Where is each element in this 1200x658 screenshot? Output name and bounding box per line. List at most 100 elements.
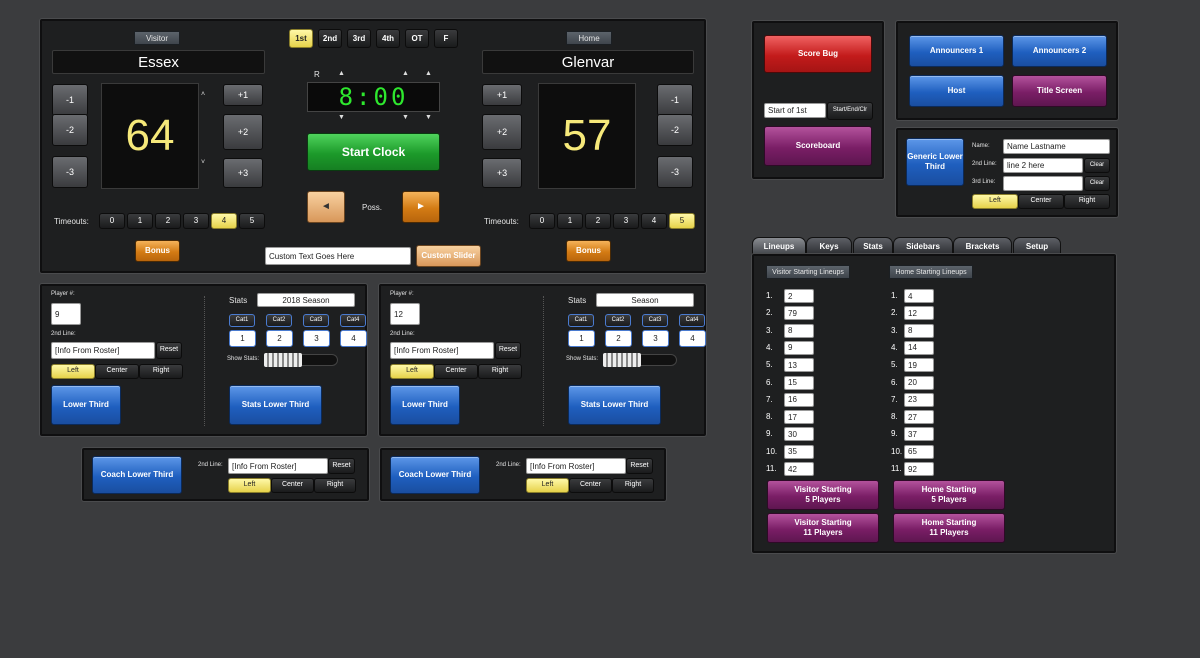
tab-sidebars[interactable]: Sidebars (893, 237, 953, 254)
visitor-timeout-5[interactable]: 5 (239, 213, 265, 229)
visitor-lineup-input[interactable]: 17 (784, 410, 814, 425)
coach-reset-button[interactable]: Reset (328, 458, 355, 474)
home-bonus-button[interactable]: Bonus (566, 240, 611, 262)
period-button-ot[interactable]: OT (405, 29, 429, 48)
coach-align-center-button[interactable]: Center (569, 478, 612, 493)
period-text-input[interactable]: Start of 1st (764, 103, 826, 118)
game-clock[interactable]: 8:00 (307, 82, 440, 112)
align-center-button[interactable]: Center (434, 364, 478, 379)
coach-align-left-button[interactable]: Left (526, 478, 569, 493)
home-lineup-input[interactable]: 4 (904, 289, 934, 303)
home-plus-3-button[interactable]: +3 (482, 158, 522, 188)
period-button-3rd[interactable]: 3rd (347, 29, 371, 48)
coach-align-right-button[interactable]: Right (612, 478, 654, 493)
visitor-lineup-input[interactable]: 8 (784, 323, 814, 338)
visitor-lineup-input[interactable]: 16 (784, 392, 814, 407)
score-bug-button[interactable]: Score Bug (764, 35, 872, 73)
second-line-input[interactable]: [Info From Roster] (390, 342, 494, 359)
visitor-minus-1-button[interactable]: -1 (52, 84, 88, 116)
home-timeout-4[interactable]: 4 (641, 213, 667, 229)
home-lineup-input[interactable]: 65 (904, 444, 934, 459)
home-lineup-input[interactable]: 23 (904, 392, 934, 407)
host-button[interactable]: Host (909, 75, 1004, 107)
visitor-score-up-icon[interactable]: ˄ (201, 91, 205, 98)
home-plus-1-button[interactable]: +1 (482, 84, 522, 106)
stat-category-label[interactable]: Cat4 (679, 314, 705, 327)
reset-button[interactable]: Reset (495, 342, 521, 359)
scoreboard-button[interactable]: Scoreboard (764, 126, 872, 166)
visitor-timeout-2[interactable]: 2 (155, 213, 181, 229)
coach-second-line-input[interactable]: [Info From Roster] (228, 458, 328, 474)
align-left-button[interactable]: Left (390, 364, 434, 379)
home-lineup-input[interactable]: 14 (904, 340, 934, 355)
clock-up-arrow-icon[interactable]: ▲ (338, 70, 345, 77)
stat-category-input[interactable]: 3 (642, 330, 669, 347)
tab-stats[interactable]: Stats (853, 237, 893, 254)
announcers-2-button[interactable]: Announcers 2 (1012, 35, 1107, 67)
stats-lower-third-button[interactable]: Stats Lower Third (229, 385, 322, 425)
coach-align-center-button[interactable]: Center (271, 478, 314, 493)
clock-down-arrow-icon[interactable]: ▼ (338, 114, 345, 121)
stat-category-input[interactable]: 4 (340, 330, 367, 347)
home-starting-11-button[interactable]: Home Starting 11 Players (893, 513, 1005, 543)
coach-second-line-input[interactable]: [Info From Roster] (526, 458, 626, 474)
home-starting-5-button[interactable]: Home Starting 5 Players (893, 480, 1005, 510)
home-timeout-5[interactable]: 5 (669, 213, 695, 229)
visitor-timeout-1[interactable]: 1 (127, 213, 153, 229)
visitor-timeout-0[interactable]: 0 (99, 213, 125, 229)
visitor-starting-11-button[interactable]: Visitor Starting 11 Players (767, 513, 879, 543)
visitor-lineup-input[interactable]: 35 (784, 444, 814, 459)
custom-text-input[interactable]: Custom Text Goes Here (265, 247, 411, 265)
visitor-bonus-button[interactable]: Bonus (135, 240, 180, 262)
visitor-score-down-icon[interactable]: ˅ (201, 159, 205, 166)
period-button-1st[interactable]: 1st (289, 29, 313, 48)
possession-left-button[interactable]: ◄ (307, 191, 345, 223)
generic-align-center-button[interactable]: Center (1018, 194, 1064, 209)
slider-handle[interactable] (264, 353, 302, 367)
home-lineup-input[interactable]: 19 (904, 358, 934, 373)
generic-align-right-button[interactable]: Right (1064, 194, 1110, 209)
visitor-minus-3-button[interactable]: -3 (52, 156, 88, 188)
visitor-lineup-input[interactable]: 15 (784, 375, 814, 390)
stat-category-label[interactable]: Cat4 (340, 314, 366, 327)
lower-third-button[interactable]: Lower Third (51, 385, 121, 425)
visitor-timeout-4[interactable]: 4 (211, 213, 237, 229)
stat-category-label[interactable]: Cat2 (266, 314, 292, 327)
period-button-2nd[interactable]: 2nd (318, 29, 342, 48)
stat-category-input[interactable]: 2 (605, 330, 632, 347)
home-lineup-input[interactable]: 12 (904, 306, 934, 321)
clock-up-arrow-icon[interactable]: ▲ (425, 70, 432, 77)
coach-reset-button[interactable]: Reset (626, 458, 653, 474)
home-timeout-2[interactable]: 2 (585, 213, 611, 229)
line2-input[interactable]: line 2 here (1003, 158, 1083, 173)
home-name[interactable]: Glenvar (482, 50, 694, 74)
home-lineup-input[interactable]: 20 (904, 375, 934, 390)
stats-lower-third-button[interactable]: Stats Lower Third (568, 385, 661, 425)
visitor-minus-2-button[interactable]: -2 (52, 114, 88, 146)
coach-align-right-button[interactable]: Right (314, 478, 356, 493)
stat-category-label[interactable]: Cat3 (303, 314, 329, 327)
visitor-lineup-input[interactable]: 79 (784, 306, 814, 321)
start-clock-button[interactable]: Start Clock (307, 133, 440, 171)
line3-input[interactable] (1003, 176, 1083, 191)
visitor-name[interactable]: Essex (52, 50, 265, 74)
home-score[interactable]: 57 (538, 83, 636, 189)
coach-lower-third-button[interactable]: Coach Lower Third (390, 456, 480, 494)
stat-category-input[interactable]: 2 (266, 330, 293, 347)
stat-category-label[interactable]: Cat3 (642, 314, 668, 327)
visitor-starting-5-button[interactable]: Visitor Starting 5 Players (767, 480, 879, 510)
home-minus-1-button[interactable]: -1 (657, 84, 693, 116)
visitor-lineup-input[interactable]: 30 (784, 427, 814, 442)
coach-align-left-button[interactable]: Left (228, 478, 271, 493)
visitor-plus-2-button[interactable]: +2 (223, 114, 263, 150)
visitor-timeout-3[interactable]: 3 (183, 213, 209, 229)
stat-category-input[interactable]: 4 (679, 330, 706, 347)
custom-slider-button[interactable]: Custom Slider (416, 245, 481, 267)
announcers-1-button[interactable]: Announcers 1 (909, 35, 1004, 67)
stats-season-input[interactable]: Season (596, 293, 694, 307)
reset-button[interactable]: Reset (156, 342, 182, 359)
clock-reset-label[interactable]: R (314, 70, 320, 79)
generic-align-left-button[interactable]: Left (972, 194, 1018, 209)
player-number-input[interactable]: 12 (390, 303, 420, 325)
visitor-lineup-input[interactable]: 42 (784, 462, 814, 476)
